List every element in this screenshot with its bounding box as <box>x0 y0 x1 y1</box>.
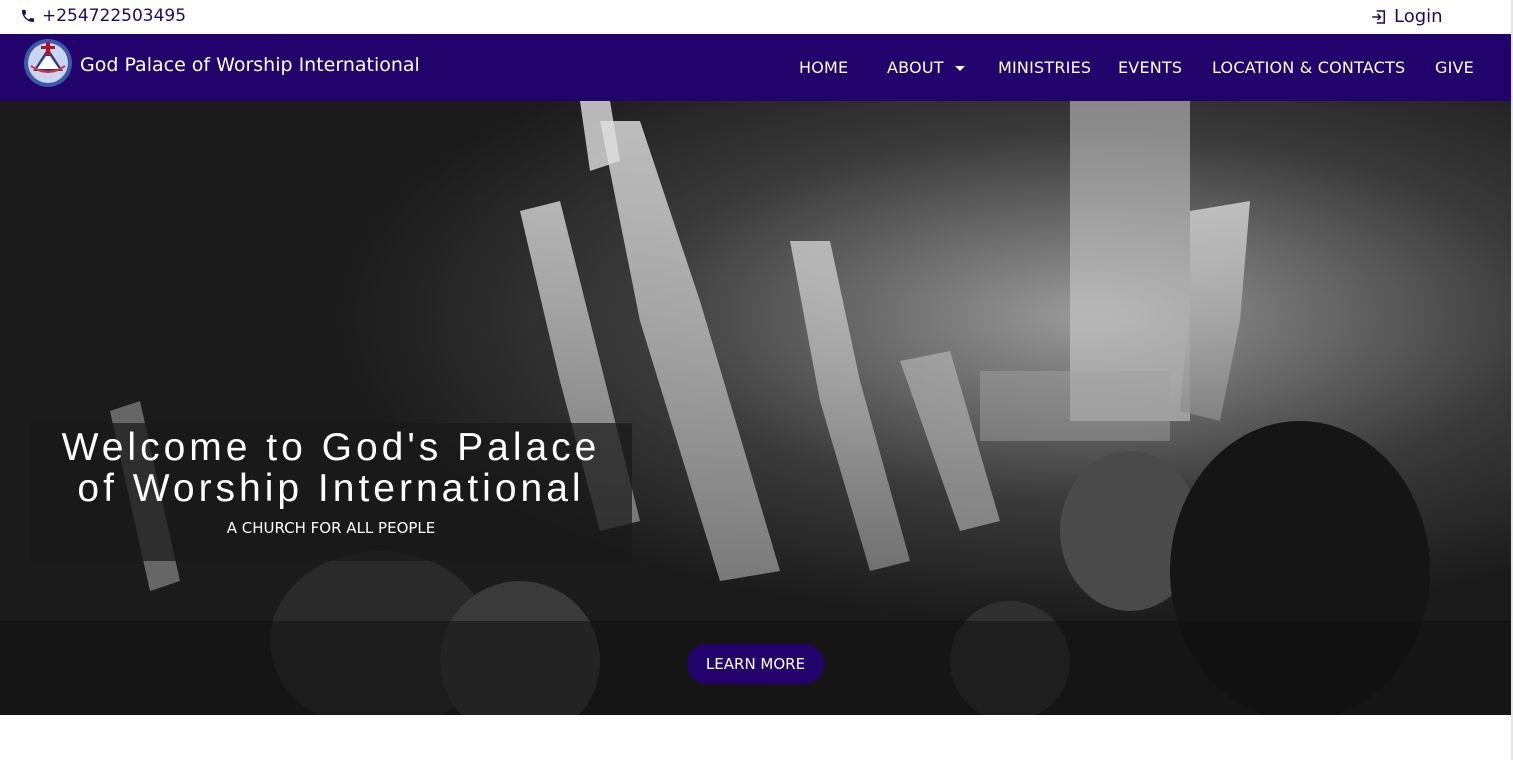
top-bar: +254722503495 Login <box>0 0 1513 34</box>
phone-icon <box>22 10 34 22</box>
login-icon <box>1372 9 1385 24</box>
caret-down-icon[interactable] <box>955 66 965 71</box>
page-bottom-area <box>0 715 1513 760</box>
hero-title-line2: of Worship International <box>77 467 585 510</box>
nav-give[interactable]: GIVE <box>1435 58 1474 77</box>
nav-events[interactable]: EVENTS <box>1118 58 1182 77</box>
welcome-panel: Welcome to God's Palace of Worship Inter… <box>30 423 632 561</box>
nav-about[interactable]: ABOUT <box>887 58 944 77</box>
nav-ministries[interactable]: MINISTRIES <box>998 58 1091 77</box>
phone-number: +254722503495 <box>42 6 187 26</box>
hero-title: Welcome to God's Palace of Worship Inter… <box>30 427 632 509</box>
hero-banner: Welcome to God's Palace of Worship Inter… <box>0 101 1513 715</box>
login-label: Login <box>1394 6 1443 27</box>
learn-more-button[interactable]: LEARN MORE <box>687 644 824 684</box>
login-link[interactable]: Login <box>1370 6 1443 27</box>
church-logo[interactable] <box>23 38 73 88</box>
nav-location-contacts[interactable]: LOCATION & CONTACTS <box>1212 58 1405 77</box>
nav-home[interactable]: HOME <box>799 58 848 77</box>
main-navbar: God Palace of Worship International HOME… <box>0 34 1513 101</box>
hero-subtitle: A CHURCH FOR ALL PEOPLE <box>226 519 436 537</box>
phone-contact[interactable]: +254722503495 <box>20 6 186 26</box>
hero-title-line1: Welcome to God's Palace <box>61 426 601 469</box>
brand-name[interactable]: God Palace of Worship International <box>80 54 420 76</box>
worship-hands-image <box>0 101 1513 715</box>
